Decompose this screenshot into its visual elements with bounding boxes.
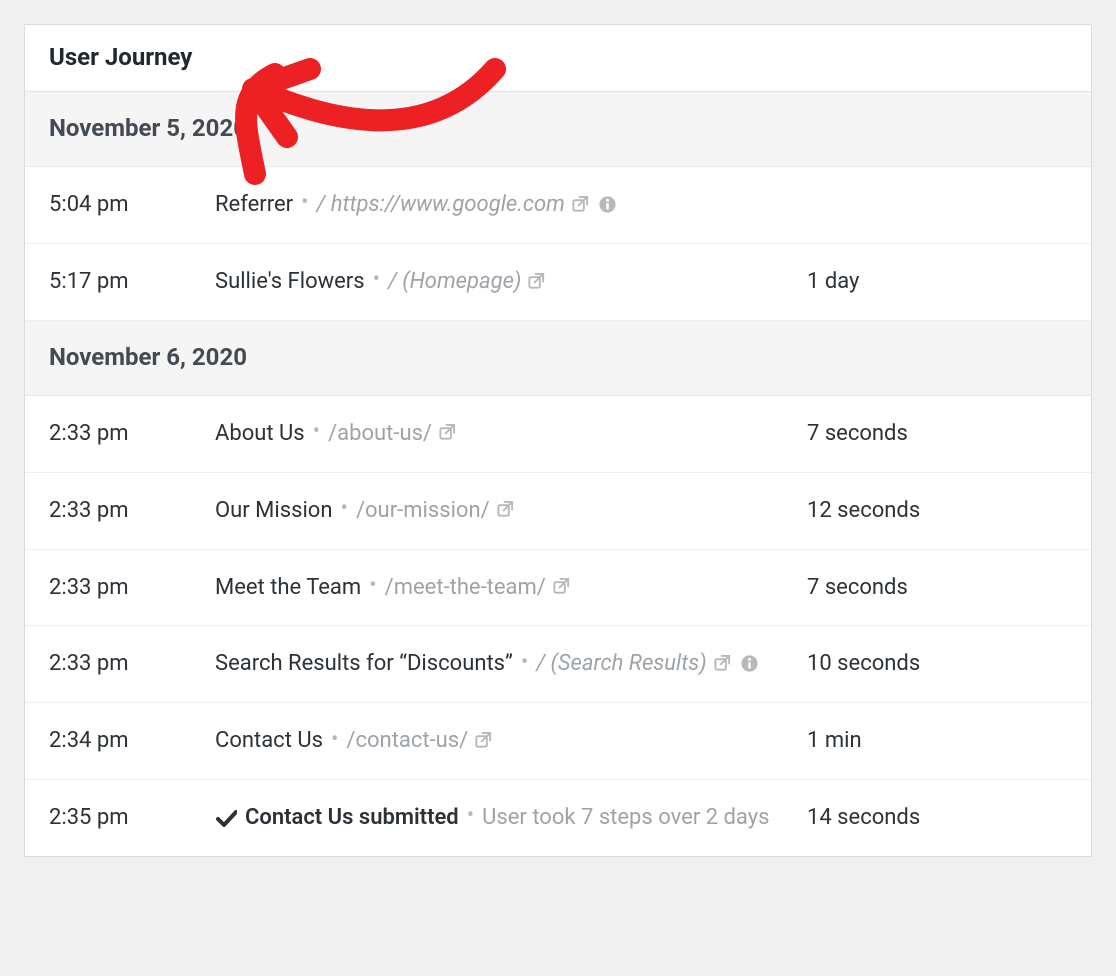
separator-dot: • <box>467 805 474 827</box>
journey-entry: 2:33 pmMeet the Team • /meet-the-team/7 se… <box>25 550 1091 627</box>
journey-entry: 2:34 pmContact Us • /contact-us/1 min <box>25 703 1091 780</box>
entry-main: Meet the Team • /meet-the-team/ <box>215 572 807 604</box>
user-journey-panel: User Journey November 5, 2020 5:04 pmRefe… <box>24 24 1092 857</box>
external-link-icon[interactable] <box>571 195 590 214</box>
entry-duration: 10 seconds <box>807 648 1067 680</box>
entry-title: Search Results for “Discounts” <box>215 651 513 676</box>
panel-header: User Journey <box>25 25 1091 92</box>
separator-dot: • <box>341 498 348 520</box>
external-link-icon[interactable] <box>552 577 571 596</box>
separator-dot: • <box>373 269 380 291</box>
entry-title: About Us <box>215 421 305 446</box>
separator-dot: • <box>313 421 320 443</box>
entry-time: 2:35 pm <box>49 802 215 834</box>
entry-title: Contact Us submitted <box>245 805 459 830</box>
separator-dot: • <box>521 652 528 674</box>
entry-main: Contact Us • /contact-us/ <box>215 725 807 757</box>
entry-meta: User took 7 steps over 2 days <box>482 805 769 830</box>
entry-main: Sullie's Flowers • / (Homepage) <box>215 266 807 298</box>
entry-title: Contact Us <box>215 728 323 753</box>
entry-main: Our Mission • /our-mission/ <box>215 495 807 527</box>
separator-dot: • <box>331 729 338 751</box>
panel-title: User Journey <box>49 43 192 71</box>
entry-time: 5:17 pm <box>49 266 215 298</box>
entry-duration: 1 day <box>807 266 1067 298</box>
journey-entry: 2:35 pm Contact Us submitted • User took 7 … <box>25 780 1091 856</box>
entry-path: / (Homepage) <box>388 269 521 294</box>
entry-duration: 12 seconds <box>807 495 1067 527</box>
journey-entry: 2:33 pmAbout Us • /about-us/7 seconds <box>25 396 1091 473</box>
external-link-icon[interactable] <box>527 272 546 291</box>
journey-entry: 5:17 pmSullie's Flowers • / (Homepage) 1 da… <box>25 244 1091 321</box>
entry-duration: 14 seconds <box>807 802 1067 834</box>
entry-title: Referrer <box>215 192 293 217</box>
entry-main: Contact Us submitted • User took 7 steps o… <box>215 802 807 834</box>
separator-dot: • <box>301 192 308 214</box>
entry-path: / https://www.google.com <box>317 192 565 217</box>
date-header: November 5, 2020 <box>25 92 1091 167</box>
journey-entry: 2:33 pmSearch Results for “Discounts” • / … <box>25 626 1091 703</box>
entry-time: 5:04 pm <box>49 189 215 221</box>
date-text: November 5, 2020 <box>49 114 247 142</box>
entry-path: /our-mission/ <box>356 498 490 523</box>
entry-time: 2:34 pm <box>49 725 215 757</box>
entry-main: Referrer • / https://www.google.com <box>215 189 807 221</box>
entry-path: /about-us/ <box>328 421 432 446</box>
entry-time: 2:33 pm <box>49 418 215 450</box>
external-link-icon[interactable] <box>496 500 515 519</box>
journey-entry: 5:04 pmReferrer • / https://www.google.com <box>25 167 1091 244</box>
entry-time: 2:33 pm <box>49 648 215 680</box>
journey-body: November 5, 2020 5:04 pmReferrer • / https:… <box>25 92 1091 856</box>
entry-time: 2:33 pm <box>49 572 215 604</box>
entry-duration: 7 seconds <box>807 572 1067 604</box>
external-link-icon[interactable] <box>474 731 493 750</box>
entry-main: Search Results for “Discounts” • / (Search… <box>215 648 807 680</box>
entry-path: /meet-the-team/ <box>385 575 546 600</box>
info-icon <box>740 654 759 673</box>
date-header: November 6, 2020 <box>25 321 1091 396</box>
info-icon <box>598 195 617 214</box>
entry-main: About Us • /about-us/ <box>215 418 807 450</box>
entry-duration: 1 min <box>807 725 1067 757</box>
check-icon <box>215 808 237 828</box>
entry-title: Sullie's Flowers <box>215 269 365 294</box>
entry-title: Meet the Team <box>215 575 361 600</box>
entry-path: /contact-us/ <box>346 728 468 753</box>
external-link-icon[interactable] <box>438 423 457 442</box>
date-text: November 6, 2020 <box>49 343 247 371</box>
separator-dot: • <box>369 575 376 597</box>
entry-duration: 7 seconds <box>807 418 1067 450</box>
entry-time: 2:33 pm <box>49 495 215 527</box>
entry-path: / (Search Results) <box>536 651 706 676</box>
entry-title: Our Mission <box>215 498 333 523</box>
external-link-icon[interactable] <box>713 654 732 673</box>
journey-entry: 2:33 pmOur Mission • /our-mission/12 secon… <box>25 473 1091 550</box>
